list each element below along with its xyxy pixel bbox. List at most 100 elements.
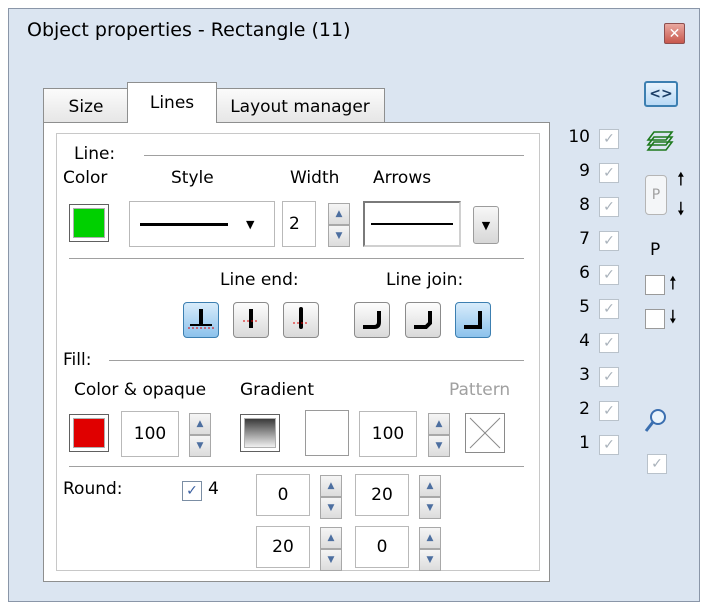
fill-opaque-field[interactable]: 100: [121, 411, 179, 457]
spin-up-icon[interactable]: ▲: [320, 527, 342, 549]
line-end-label: Line end:: [220, 270, 299, 290]
zoom-icon[interactable]: [643, 407, 669, 435]
checkmark-icon: ✓: [186, 483, 198, 499]
line-join-bevel-icon: [414, 311, 432, 329]
spin-up-icon[interactable]: ▲: [419, 527, 441, 549]
fill-color-fill: [73, 418, 105, 448]
layer-number: 1: [579, 433, 590, 453]
line-end-square-icon: [243, 309, 259, 328]
line-color-swatch[interactable]: [69, 204, 109, 242]
layer-checkbox[interactable]: ✓: [599, 231, 619, 251]
round-top-left-field[interactable]: 0: [256, 474, 310, 516]
tab-layout-manager[interactable]: Layout manager: [215, 88, 385, 122]
layer-number: 7: [579, 229, 590, 249]
pattern-none-icon: [469, 417, 501, 449]
spin-down-icon[interactable]: ▼: [320, 549, 342, 571]
print-move-button[interactable]: P: [645, 175, 667, 215]
window-title: Object properties - Rectangle (11): [27, 19, 351, 41]
expand-button[interactable]: <>: [644, 81, 678, 107]
line-width-label: Width: [290, 168, 340, 188]
checkmark-icon: ✓: [603, 437, 615, 453]
gradient-end-swatch[interactable]: [305, 410, 349, 456]
spin-down-icon[interactable]: ▼: [320, 497, 342, 519]
round-bottom-right-stepper[interactable]: ▲ ▼: [419, 527, 441, 571]
line-heading: Line:: [74, 144, 116, 164]
round-top-right-stepper[interactable]: ▲ ▼: [419, 475, 441, 519]
spin-up-icon[interactable]: ▲: [320, 475, 342, 497]
solid-line-sample: [140, 222, 228, 226]
gradient-start-swatch[interactable]: [240, 414, 280, 452]
pattern-label: Pattern: [449, 380, 511, 400]
gradient-opaque-stepper[interactable]: ▲ ▼: [428, 413, 450, 457]
round-check-value: 4: [208, 479, 219, 499]
line-join-bevel-button[interactable]: [405, 302, 441, 338]
line-join-round-button[interactable]: [354, 302, 390, 338]
spin-down-icon[interactable]: ▼: [428, 435, 450, 457]
line-join-miter-button[interactable]: [455, 302, 491, 338]
layer-checkbox[interactable]: ✓: [599, 299, 619, 319]
spin-down-icon[interactable]: ▼: [328, 225, 350, 247]
layers-icon[interactable]: [645, 129, 675, 153]
spin-up-icon[interactable]: ▲: [428, 413, 450, 435]
spin-up-icon[interactable]: ▲: [328, 203, 350, 225]
layer-checkbox[interactable]: ✓: [599, 163, 619, 183]
line-join-round-icon: [363, 311, 381, 329]
gradient-label: Gradient: [240, 380, 314, 400]
checkmark-icon: ✓: [603, 369, 615, 385]
line-end-square-button[interactable]: [233, 302, 269, 338]
arrows-dropdown-button[interactable]: ▼: [473, 206, 499, 244]
fill-color-swatch[interactable]: [69, 414, 109, 452]
round-bottom-right-field[interactable]: 0: [355, 526, 409, 568]
move-up-checkbox[interactable]: [645, 275, 665, 295]
round-checkbox[interactable]: ✓: [182, 481, 202, 501]
layer-number: 2: [579, 399, 590, 419]
spin-up-icon[interactable]: ▲: [419, 475, 441, 497]
close-button[interactable]: ✕: [664, 23, 685, 44]
line-style-select[interactable]: ▼: [129, 201, 275, 247]
fill-color-label: Color & opaque: [74, 380, 207, 400]
round-top-right-field[interactable]: 20: [355, 474, 409, 516]
tab-size[interactable]: Size: [43, 88, 129, 122]
spin-down-icon[interactable]: ▼: [189, 435, 211, 457]
arrow-line-sample: [371, 223, 453, 225]
round-top-left-stepper[interactable]: ▲ ▼: [320, 475, 342, 519]
arrows-preview: [363, 201, 461, 247]
lines-group: Line: Color Style Width Arrows ▼ 2 ▲ ▼ ▼…: [56, 133, 540, 571]
zoom-checkbox[interactable]: ✓: [647, 454, 667, 474]
layer-checkbox[interactable]: ✓: [599, 265, 619, 285]
round-bottom-left-stepper[interactable]: ▲ ▼: [320, 527, 342, 571]
round-bottom-left-field[interactable]: 20: [256, 526, 310, 568]
layer-checkbox[interactable]: ✓: [599, 197, 619, 217]
layer-checkbox[interactable]: ✓: [599, 435, 619, 455]
pattern-swatch[interactable]: [465, 413, 505, 453]
spin-down-icon[interactable]: ▼: [419, 497, 441, 519]
line-join-label: Line join:: [386, 270, 464, 290]
arrow-down-icon: 🠗: [669, 307, 677, 328]
fill-opaque-stepper[interactable]: ▲ ▼: [189, 413, 211, 457]
fill-heading: Fill:: [63, 350, 92, 370]
layer-checkbox[interactable]: ✓: [599, 333, 619, 353]
layer-checkbox[interactable]: ✓: [599, 401, 619, 421]
line-width-stepper[interactable]: ▲ ▼: [328, 203, 350, 247]
spin-down-icon[interactable]: ▼: [419, 549, 441, 571]
tab-lines[interactable]: Lines: [127, 82, 217, 123]
layer-checkbox[interactable]: ✓: [599, 129, 619, 149]
layer-number: 3: [579, 365, 590, 385]
line-join-miter-icon: [464, 311, 482, 329]
round-label: Round:: [63, 479, 123, 499]
line-color-fill: [73, 208, 105, 238]
arrow-up-icon: 🠕: [677, 169, 685, 190]
p-icon: P: [651, 187, 661, 203]
checkmark-icon: ✓: [603, 403, 615, 419]
gradient-opaque-field[interactable]: 100: [359, 411, 417, 457]
line-end-flat-button[interactable]: [183, 302, 219, 338]
line-width-field[interactable]: 2: [282, 201, 316, 247]
line-end-round-button[interactable]: [283, 302, 319, 338]
layer-number: 9: [579, 161, 590, 181]
move-down-checkbox[interactable]: [645, 309, 665, 329]
lines-panel: Line: Color Style Width Arrows ▼ 2 ▲ ▼ ▼…: [43, 122, 550, 582]
spin-up-icon[interactable]: ▲: [189, 413, 211, 435]
divider: [69, 258, 524, 259]
line-arrows-label: Arrows: [373, 168, 432, 188]
layer-checkbox[interactable]: ✓: [599, 367, 619, 387]
